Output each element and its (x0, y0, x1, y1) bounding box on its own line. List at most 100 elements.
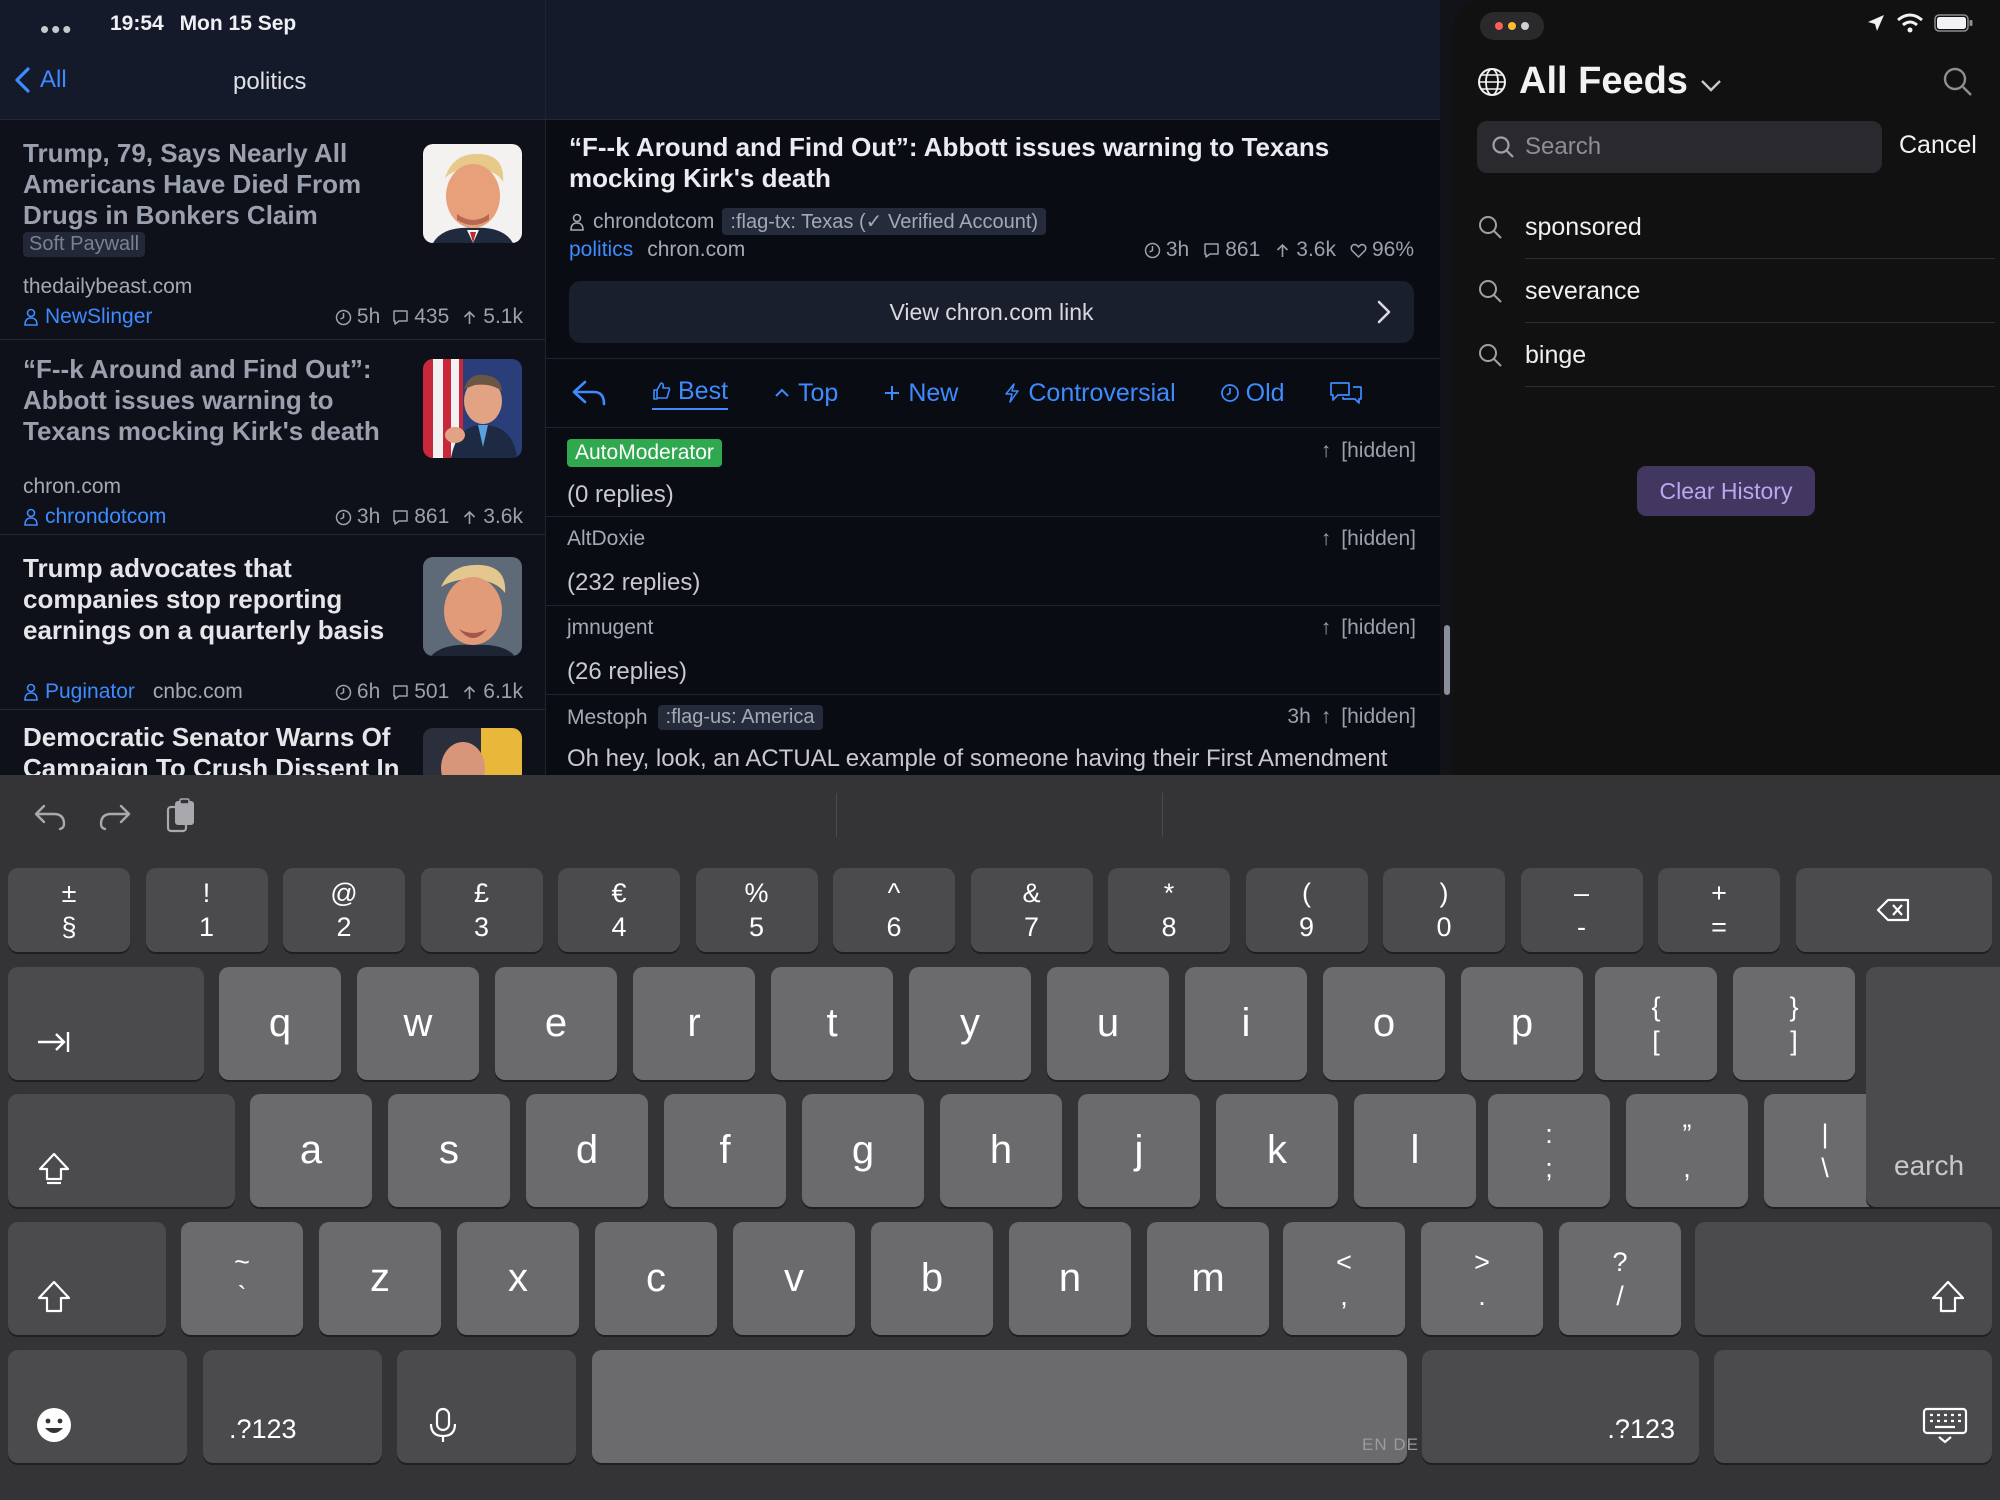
key-i[interactable]: i (1185, 967, 1307, 1080)
caps-lock-key[interactable] (8, 1094, 235, 1207)
multitask-dots[interactable]: ••• (40, 14, 73, 45)
key-e[interactable]: e (495, 967, 617, 1080)
key-bracket-right[interactable]: }] (1733, 967, 1855, 1080)
search-field[interactable] (1477, 121, 1882, 173)
key-t[interactable]: t (771, 967, 893, 1080)
undo-icon[interactable] (32, 798, 68, 834)
key-k[interactable]: k (1216, 1094, 1338, 1207)
scroll-indicator[interactable] (1444, 625, 1450, 695)
hide-keyboard-key[interactable] (1714, 1350, 1992, 1463)
detail-author[interactable]: chrondotcom :flag-tx: Texas (✓ Verified … (569, 208, 1047, 235)
sort-old[interactable]: Old (1220, 379, 1285, 408)
key-x[interactable]: x (457, 1222, 579, 1335)
post-thumbnail[interactable] (423, 557, 522, 656)
key-bracket-left[interactable]: {[ (1595, 967, 1717, 1080)
share-reply-button[interactable] (570, 378, 608, 408)
comment-author[interactable]: Mestoph :flag-us: America (567, 705, 823, 730)
key-n[interactable]: n (1009, 1222, 1131, 1335)
key-r[interactable]: r (633, 967, 755, 1080)
key-h[interactable]: h (940, 1094, 1062, 1207)
key-o[interactable]: o (1323, 967, 1445, 1080)
history-item[interactable]: binge (1477, 323, 2000, 387)
key-2[interactable]: @2 (283, 868, 405, 952)
key-9[interactable]: (9 (1245, 868, 1368, 952)
key-d[interactable]: d (526, 1094, 648, 1207)
post-thumbnail[interactable] (423, 728, 522, 775)
emoji-key[interactable] (8, 1350, 187, 1463)
comment-item[interactable]: AltDoxie ↑ [hidden] (232 replies) (546, 517, 1440, 606)
post-domain[interactable]: thedailybeast.com (23, 275, 192, 299)
paste-clipboard-icon[interactable] (163, 798, 199, 834)
key-6[interactable]: ^ 6 (833, 868, 955, 952)
key-m[interactable]: m (1147, 1222, 1269, 1335)
feed-selector[interactable]: All Feeds (1477, 60, 1722, 103)
comment-author[interactable]: jmnugent (567, 616, 653, 640)
post-author[interactable]: chrondotcom (23, 505, 166, 529)
shift-left-key[interactable] (8, 1222, 166, 1335)
sort-controversial[interactable]: Controversial (1002, 379, 1176, 408)
back-button[interactable]: All (12, 66, 67, 94)
comment-author[interactable]: AutoModerator (567, 439, 722, 467)
history-item[interactable]: sponsored (1477, 195, 2000, 259)
numbers-key-right[interactable]: .?123 (1422, 1350, 1699, 1463)
key-f[interactable]: f (664, 1094, 786, 1207)
post-author[interactable]: Puginator cnbc.com (23, 680, 243, 704)
comment-body[interactable]: Oh hey, look, an ACTUAL example of someo… (567, 745, 1387, 773)
comment-replies[interactable]: (26 replies) (567, 658, 687, 686)
key-p[interactable]: p (1461, 967, 1583, 1080)
post-item[interactable]: Trump advocates that companies stop repo… (0, 535, 545, 710)
post-title[interactable]: “F--k Around and Find Out”: Abbott issue… (23, 354, 418, 447)
post-thumbnail[interactable] (423, 144, 522, 243)
key-7[interactable]: & 7 (970, 868, 1093, 952)
key-5[interactable]: % 5 (695, 868, 818, 952)
key-tilde[interactable]: ~ ` (181, 1222, 303, 1335)
key-q[interactable]: q (219, 967, 341, 1080)
comment-replies[interactable]: (232 replies) (567, 569, 700, 597)
key-quote[interactable]: ”, (1626, 1094, 1748, 1207)
key-minus[interactable]: – - (1520, 868, 1643, 952)
key-y[interactable]: y (909, 967, 1031, 1080)
delete-key[interactable] (1796, 868, 1992, 952)
clear-history-button[interactable]: Clear History (1637, 466, 1815, 516)
history-item[interactable]: severance (1477, 259, 2000, 323)
post-item[interactable]: “F--k Around and Find Out”: Abbott issue… (0, 340, 545, 535)
key-slash[interactable]: ? / (1559, 1222, 1681, 1335)
subreddit-link[interactable]: politics (569, 238, 633, 262)
key-j[interactable]: j (1078, 1094, 1200, 1207)
sort-new[interactable]: New (882, 379, 958, 408)
cancel-button[interactable]: Cancel (1899, 131, 1977, 160)
key-8[interactable]: * 8 (1108, 868, 1230, 952)
key-l[interactable]: l (1354, 1094, 1476, 1207)
dictation-key[interactable] (397, 1350, 576, 1463)
shift-right-key[interactable] (1695, 1222, 1992, 1335)
key-1[interactable]: ! 1 (145, 868, 268, 952)
key-w[interactable]: w (357, 967, 479, 1080)
key-u[interactable]: u (1047, 967, 1169, 1080)
comment-item[interactable]: AutoModerator ↑ [hidden] (0 replies) (546, 429, 1440, 517)
key-v[interactable]: v (733, 1222, 855, 1335)
key-section[interactable]: ± § (8, 868, 130, 952)
key-a[interactable]: a (250, 1094, 372, 1207)
space-bar[interactable] (592, 1350, 1407, 1463)
comment-author[interactable]: AltDoxie (567, 527, 645, 551)
post-title[interactable]: Democratic Senator Warns Of Campaign To … (23, 722, 418, 775)
window-controls[interactable] (1480, 12, 1544, 40)
sort-best[interactable]: Best (652, 377, 729, 410)
key-s[interactable]: s (388, 1094, 510, 1207)
sort-qa[interactable] (1329, 381, 1363, 405)
search-icon[interactable] (1942, 66, 1974, 98)
comment-item[interactable]: Mestoph :flag-us: America 3h ↑ [hidden] Oh… (546, 695, 1440, 775)
key-semicolon[interactable]: :; (1488, 1094, 1610, 1207)
search-input[interactable] (1525, 133, 1855, 161)
key-c[interactable]: c (595, 1222, 717, 1335)
sort-top[interactable]: Top (772, 379, 838, 408)
comment-replies[interactable]: (0 replies) (567, 481, 674, 509)
post-title[interactable]: Trump advocates that companies stop repo… (23, 553, 418, 646)
key-comma[interactable]: <, (1283, 1222, 1405, 1335)
key-3[interactable]: £3 (420, 868, 543, 952)
key-equals[interactable]: + = (1658, 868, 1780, 952)
key-0[interactable]: ) 0 (1383, 868, 1505, 952)
view-link-button[interactable]: View chron.com link (569, 281, 1414, 343)
key-g[interactable]: g (802, 1094, 924, 1207)
comment-item[interactable]: jmnugent ↑ [hidden] (26 replies) (546, 606, 1440, 695)
